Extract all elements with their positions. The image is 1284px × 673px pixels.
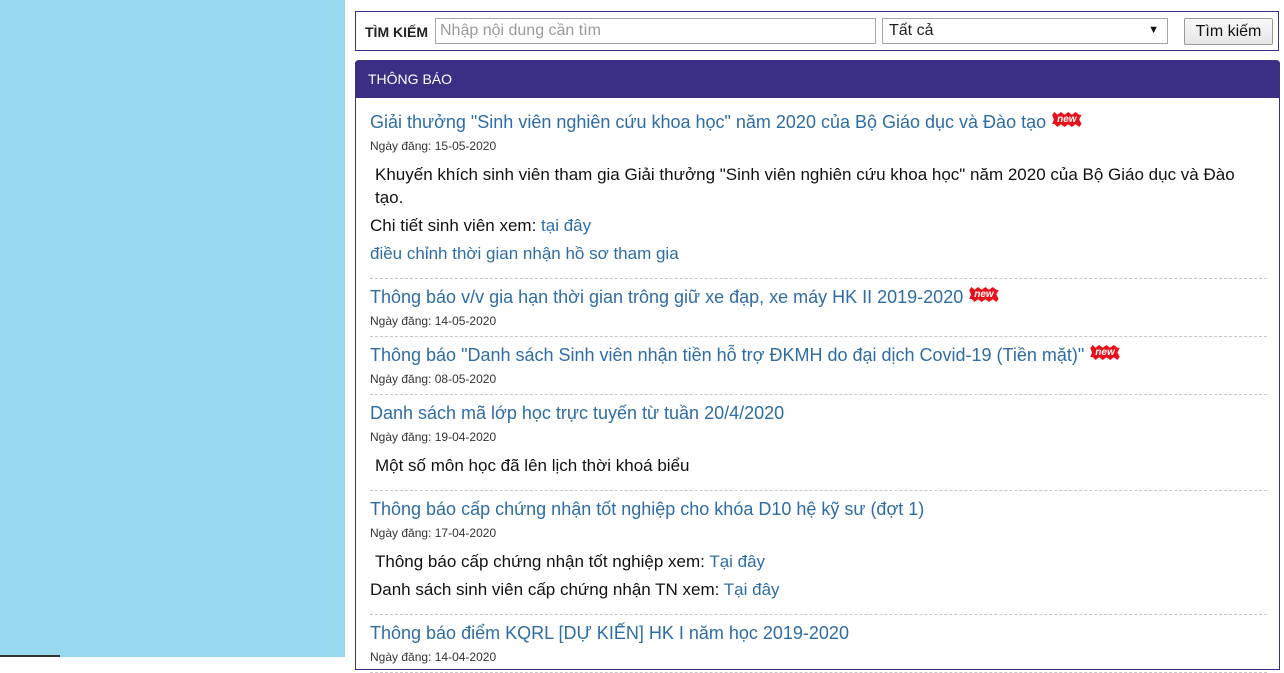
news-item: Giải thưởng "Sinh viên nghiên cứu khoa h… — [370, 98, 1267, 279]
news-date: Ngày đăng: 19-04-2020 — [370, 430, 1267, 444]
news-title-link[interactable]: Thông báo "Danh sách Sinh viên nhận tiền… — [370, 345, 1084, 366]
news-item: Thông báo điểm KQRL [DỰ KIẾN] HK I năm h… — [370, 615, 1267, 673]
date-prefix: Ngày đăng: — [370, 139, 432, 153]
extra-link[interactable]: điều chỉnh thời gian nhận hồ sơ tham gia — [370, 244, 679, 263]
search-label: TÌM KIẾM — [365, 24, 428, 40]
search-bar: TÌM KIẾM Tất cả ▼ Tìm kiếm — [355, 11, 1279, 51]
line-link[interactable]: Tại đây — [724, 580, 780, 599]
news-extra-line: điều chỉnh thời gian nhận hồ sơ tham gia — [370, 242, 1267, 265]
detail-link[interactable]: tại đây — [541, 216, 591, 235]
news-date: Ngày đăng: 17-04-2020 — [370, 526, 1267, 540]
left-side-pane — [0, 0, 345, 657]
date-prefix: Ngày đăng: — [370, 526, 432, 540]
news-date: Ngày đăng: 08-05-2020 — [370, 372, 1267, 386]
date-prefix: Ngày đăng: — [370, 430, 432, 444]
news-line: Thông báo cấp chứng nhận tốt nghiệp xem:… — [370, 550, 1267, 573]
category-select[interactable]: Tất cả ▼ — [882, 18, 1168, 44]
news-title-link[interactable]: Thông báo cấp chứng nhận tốt nghiệp cho … — [370, 499, 924, 520]
news-lead: Một số môn học đã lên lịch thời khoá biể… — [375, 456, 690, 475]
announcements-panel: THÔNG BÁO Giải thưởng "Sinh viên nghiên … — [355, 60, 1280, 673]
news-item: Thông báo "Danh sách Sinh viên nhận tiền… — [370, 337, 1267, 395]
news-date: Ngày đăng: 14-04-2020 — [370, 650, 1267, 664]
news-list: Giải thưởng "Sinh viên nghiên cứu khoa h… — [356, 98, 1279, 673]
date-prefix: Ngày đăng: — [370, 650, 432, 664]
new-badge-icon: new — [1090, 345, 1120, 360]
news-title-link[interactable]: Thông báo v/v gia hạn thời gian trông gi… — [370, 287, 963, 308]
news-body: Một số môn học đã lên lịch thời khoá biể… — [370, 454, 1267, 477]
date-value: 19-04-2020 — [434, 430, 497, 444]
main-content: TÌM KIẾM Tất cả ▼ Tìm kiếm THÔNG BÁO Giả… — [345, 0, 1284, 673]
new-badge-icon: new — [1052, 112, 1082, 127]
news-date: Ngày đăng: 14-05-2020 — [370, 314, 1267, 328]
detail-prefix: Chi tiết sinh viên xem: — [370, 216, 542, 235]
date-value: 14-05-2020 — [434, 314, 497, 328]
date-value: 08-05-2020 — [434, 372, 497, 386]
news-body: Khuyến khích sinh viên tham gia Giải thư… — [370, 163, 1267, 265]
news-lead: Khuyến khích sinh viên tham gia Giải thư… — [375, 165, 1235, 207]
search-input[interactable] — [435, 18, 876, 44]
panel-title: THÔNG BÁO — [355, 60, 1280, 98]
category-select-value: Tất cả — [889, 22, 934, 39]
line-prefix: Thông báo cấp chứng nhận tốt nghiệp xem: — [375, 552, 710, 571]
date-prefix: Ngày đăng: — [370, 314, 432, 328]
news-date: Ngày đăng: 15-05-2020 — [370, 139, 1267, 153]
news-item: Thông báo cấp chứng nhận tốt nghiệp cho … — [370, 491, 1267, 615]
news-item: Danh sách mã lớp học trực tuyến từ tuần … — [370, 395, 1267, 491]
news-title-link[interactable]: Giải thưởng "Sinh viên nghiên cứu khoa h… — [370, 112, 1046, 133]
date-value: 14-04-2020 — [434, 650, 497, 664]
date-value: 17-04-2020 — [434, 526, 497, 540]
news-title-link[interactable]: Thông báo điểm KQRL [DỰ KIẾN] HK I năm h… — [370, 623, 849, 644]
line-prefix: Danh sách sinh viên cấp chứng nhận TN xe… — [370, 580, 724, 599]
news-item: Thông báo v/v gia hạn thời gian trông gi… — [370, 279, 1267, 337]
date-value: 15-05-2020 — [434, 139, 497, 153]
news-line: Danh sách sinh viên cấp chứng nhận TN xe… — [370, 578, 1267, 601]
line-link[interactable]: Tại đây — [709, 552, 765, 571]
new-badge-icon: new — [969, 287, 999, 302]
search-button[interactable]: Tìm kiếm — [1184, 18, 1273, 45]
news-detail-line: Chi tiết sinh viên xem: tại đây — [370, 214, 1267, 237]
news-title-link[interactable]: Danh sách mã lớp học trực tuyến từ tuần … — [370, 403, 784, 424]
news-body: Thông báo cấp chứng nhận tốt nghiệp xem:… — [370, 550, 1267, 601]
date-prefix: Ngày đăng: — [370, 372, 432, 386]
chevron-down-icon: ▼ — [1148, 24, 1159, 36]
